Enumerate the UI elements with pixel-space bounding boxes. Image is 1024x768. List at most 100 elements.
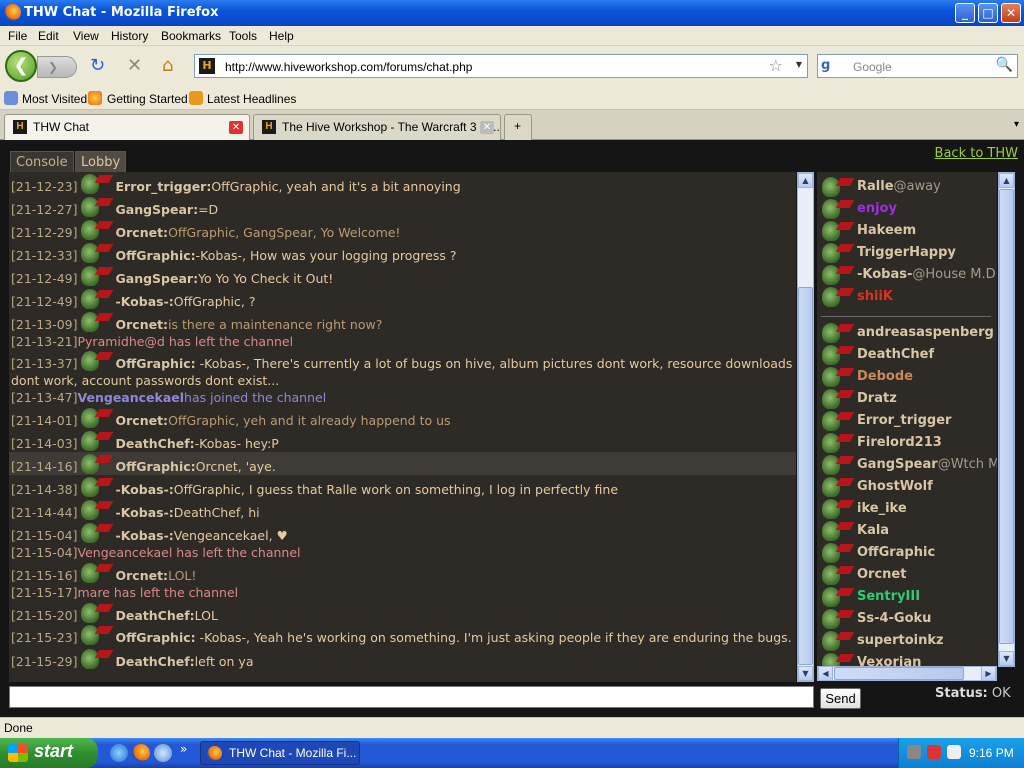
scroll-right-button[interactable]: ▶	[981, 666, 996, 681]
user-list-item[interactable]: Kala	[817, 520, 997, 542]
menu-bookmarks[interactable]: Bookmarks	[161, 29, 221, 43]
search-engine-icon[interactable]: g	[821, 58, 830, 73]
scroll-thumb[interactable]	[999, 189, 1014, 644]
message-author[interactable]: OffGraphic:	[116, 356, 196, 371]
username[interactable]: Firelord213	[857, 432, 942, 454]
taskbar-item-firefox[interactable]: THW Chat - Mozilla Fi...	[200, 741, 360, 765]
user-list-item[interactable]: DeathChef	[817, 344, 997, 366]
username[interactable]: Vexorian	[857, 652, 921, 667]
search-icon[interactable]: 🔍	[996, 57, 1013, 73]
chat-input[interactable]	[9, 686, 814, 708]
username[interactable]: supertoinkz	[857, 630, 944, 652]
message-author[interactable]: OffGraphic:	[116, 458, 196, 475]
user-list-item[interactable]: Firelord213	[817, 432, 997, 454]
message-author[interactable]: GangSpear:	[116, 270, 199, 287]
user-list-item[interactable]: GangSpear@Wtch Mo	[817, 454, 997, 476]
tab-lobby[interactable]: Lobby	[75, 151, 127, 173]
tab-console[interactable]: Console	[10, 151, 74, 173]
url-dropdown-icon[interactable]: ▼	[796, 60, 802, 69]
user-list-item[interactable]: enjoy	[817, 198, 997, 220]
username[interactable]: Ss-4-Goku	[857, 608, 931, 630]
user-list-item[interactable]: GhostWolf	[817, 476, 997, 498]
user-list-item[interactable]: shiiK	[817, 286, 997, 308]
bookmark-star-icon[interactable]: ☆	[769, 56, 783, 75]
username[interactable]: Debode	[857, 366, 913, 388]
bookmark-latest-headlines[interactable]: Latest Headlines	[207, 92, 296, 106]
scroll-up-button[interactable]: ▲	[798, 173, 813, 188]
username[interactable]: Ralle@away	[857, 176, 941, 198]
message-author[interactable]: Error_trigger:	[116, 178, 212, 195]
home-icon[interactable]: ⌂	[162, 56, 173, 76]
search-box[interactable]: g Google 🔍	[817, 54, 1018, 78]
scroll-left-button[interactable]: ◀	[818, 666, 833, 681]
menu-edit[interactable]: Edit	[38, 29, 59, 43]
username[interactable]: DeathChef	[857, 344, 934, 366]
user-list-item[interactable]: Hakeem	[817, 220, 997, 242]
user-list-item[interactable]: ike_ike	[817, 498, 997, 520]
message-author[interactable]: OffGraphic:	[116, 630, 196, 645]
stop-icon[interactable]: ✕	[127, 56, 142, 76]
message-author[interactable]: -Kobas-:	[116, 293, 174, 310]
tab-list-icon[interactable]: ▾	[1014, 119, 1019, 130]
message-author[interactable]: Orcnet:	[116, 224, 169, 241]
menu-tools[interactable]: Tools	[229, 29, 257, 43]
maximize-button[interactable]: □	[978, 3, 998, 23]
username[interactable]: andreasaspenberg	[857, 322, 994, 344]
scroll-down-button[interactable]: ▼	[999, 651, 1014, 666]
url-text[interactable]: http://www.hiveworkshop.com/forums/chat.…	[225, 60, 472, 74]
scroll-down-button[interactable]: ▼	[798, 666, 813, 681]
message-author[interactable]: Orcnet:	[116, 567, 169, 584]
username[interactable]: OffGraphic	[857, 542, 935, 564]
username[interactable]: Dratz	[857, 388, 897, 410]
quicklaunch-chevron-icon[interactable]: »	[180, 742, 187, 756]
message-author[interactable]: OffGraphic:	[116, 247, 196, 264]
username[interactable]: ike_ike	[857, 498, 907, 520]
minimize-button[interactable]: _	[955, 3, 975, 23]
message-author[interactable]: DeathChef:	[116, 435, 195, 452]
message-author[interactable]: -Kobas-:	[116, 481, 174, 498]
bookmark-getting-started[interactable]: Getting Started	[107, 92, 188, 106]
message-author[interactable]: GangSpear:	[116, 201, 199, 218]
user-list-scrollbar[interactable]: ▲ ▼	[998, 172, 1015, 667]
close-tab-icon[interactable]: ✕	[229, 121, 243, 134]
url-bar[interactable]: H http://www.hiveworkshop.com/forums/cha…	[194, 54, 808, 78]
menu-help[interactable]: Help	[269, 29, 294, 43]
start-button[interactable]: start	[0, 738, 98, 768]
user-list-item[interactable]: andreasaspenberg	[817, 322, 997, 344]
user-list-item[interactable]: Orcnet	[817, 564, 997, 586]
tab-hive-workshop[interactable]: H The Hive Workshop - The Warcraft 3 M..…	[253, 114, 501, 140]
tray-security-icon[interactable]	[927, 745, 941, 759]
username[interactable]: GangSpear@Wtch Mo	[857, 454, 997, 476]
message-author[interactable]: -Kobas-:	[116, 504, 174, 521]
username[interactable]: Hakeem	[857, 220, 916, 242]
search-input[interactable]: Google	[853, 60, 892, 74]
menu-view[interactable]: View	[73, 29, 99, 43]
message-author[interactable]: DeathChef:	[116, 653, 195, 670]
tray-app-icon[interactable]	[947, 745, 961, 759]
back-button[interactable]: ❮	[5, 50, 37, 82]
ie-icon[interactable]	[110, 744, 128, 762]
message-author[interactable]: Orcnet:	[116, 412, 169, 429]
join-username[interactable]: Vengeancekael	[78, 389, 185, 406]
scroll-thumb[interactable]	[834, 667, 964, 680]
user-list-item[interactable]: Error_trigger	[817, 410, 997, 432]
send-button[interactable]: Send	[820, 688, 861, 709]
scroll-up-button[interactable]: ▲	[999, 173, 1014, 188]
message-author[interactable]: Orcnet:	[116, 316, 169, 333]
username[interactable]: -Kobas-@House M.D.	[857, 264, 997, 286]
user-list-item[interactable]: Debode	[817, 366, 997, 388]
bookmark-most-visited[interactable]: Most Visited	[22, 92, 87, 106]
username[interactable]: SentryIII	[857, 586, 920, 608]
user-list-item[interactable]: supertoinkz	[817, 630, 997, 652]
user-list-item[interactable]: Ralle@away	[817, 176, 997, 198]
user-list-item[interactable]: TriggerHappy	[817, 242, 997, 264]
username[interactable]: Kala	[857, 520, 889, 542]
back-to-thw-link[interactable]: Back to THW	[935, 146, 1018, 161]
close-tab-icon[interactable]: ✕	[480, 121, 494, 134]
user-list-item[interactable]: Vexorian	[817, 652, 997, 667]
user-list-item[interactable]: -Kobas-@House M.D.	[817, 264, 997, 286]
app-icon[interactable]	[154, 744, 172, 762]
username[interactable]: shiiK	[857, 286, 893, 308]
username[interactable]: Error_trigger	[857, 410, 951, 432]
message-scrollbar[interactable]: ▲ ▼	[797, 172, 814, 682]
